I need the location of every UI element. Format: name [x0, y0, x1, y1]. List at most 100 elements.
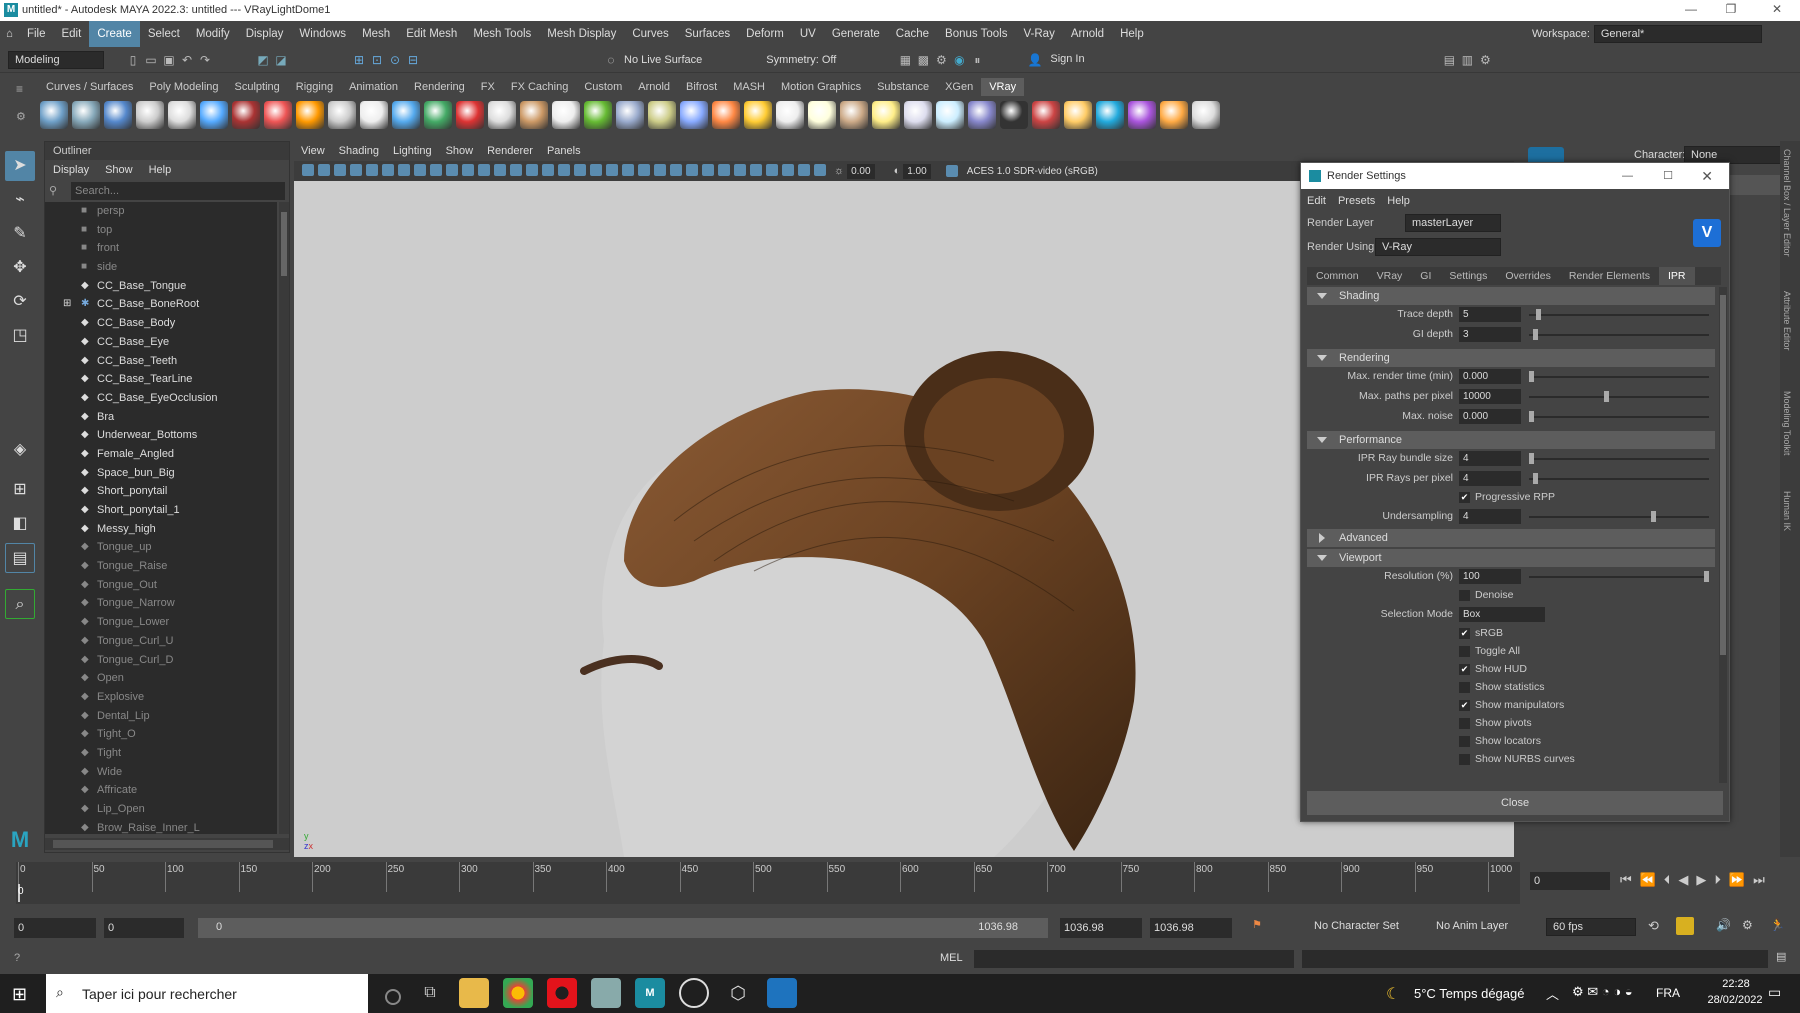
select-object-icon[interactable]: ◪ — [272, 51, 290, 69]
vray-shelf-tool-icon[interactable] — [616, 101, 644, 129]
progressive-rpp-checkbox[interactable]: ✔ — [1459, 492, 1470, 503]
vray-shelf-tool-icon[interactable] — [552, 101, 580, 129]
rs-tab-ipr[interactable]: IPR — [1658, 267, 1695, 285]
vray-shelf-tool-icon[interactable] — [72, 101, 100, 129]
current-frame-field[interactable]: 0 — [1530, 872, 1610, 890]
outliner-item[interactable]: ■ top — [45, 221, 277, 240]
rs-tab-common[interactable]: Common — [1307, 267, 1368, 285]
vray-shelf-tool-icon[interactable] — [104, 101, 132, 129]
script-lang-label[interactable]: MEL — [940, 952, 963, 964]
vray-shelf-tool-icon[interactable] — [744, 101, 772, 129]
auto-key-icon[interactable]: ⚑ — [1252, 918, 1262, 931]
hypershade-icon[interactable]: ◉ — [950, 51, 968, 69]
vray-shelf-tool-icon[interactable] — [776, 101, 804, 129]
outliner-item[interactable]: ◆ Tongue_Narrow — [45, 594, 277, 613]
vray-shelf-tool-icon[interactable] — [1032, 101, 1060, 129]
four-view-icon[interactable]: ⊞ — [5, 475, 35, 505]
sync-icon[interactable] — [1676, 917, 1694, 935]
vray-shelf-tool-icon[interactable] — [456, 101, 484, 129]
rays-per-pixel-handle[interactable] — [1533, 473, 1538, 484]
viewport-menu-panels[interactable]: Panels — [540, 141, 588, 161]
opera-icon[interactable] — [547, 978, 577, 1008]
pause-icon[interactable]: ⏸ — [968, 51, 986, 69]
vray-shelf-tool-icon[interactable] — [232, 101, 260, 129]
menu-edit[interactable]: Edit — [53, 21, 89, 47]
outliner-item[interactable]: ◆ Dental_Lip — [45, 707, 277, 726]
maya-taskbar-icon[interactable]: M — [635, 978, 665, 1008]
clock-time[interactable]: 22:28 — [1706, 978, 1766, 990]
section-performance[interactable]: Performance — [1307, 431, 1715, 449]
rs-maximize-icon[interactable]: ☐ — [1663, 163, 1673, 189]
shelf-tab-vray[interactable]: VRay — [981, 78, 1025, 96]
select-tool-icon[interactable]: ➤ — [5, 151, 35, 181]
shelf-tab-poly-modeling[interactable]: Poly Modeling — [141, 78, 226, 96]
outliner-item[interactable]: ◆ Open — [45, 669, 277, 688]
anim-prefs-icon[interactable]: ⚙ — [1742, 918, 1753, 932]
tray-chevron-icon[interactable]: ︿ — [1546, 984, 1559, 1003]
menu-file[interactable]: File — [19, 21, 54, 47]
menu-select[interactable]: Select — [140, 21, 188, 47]
scale-tool-icon[interactable]: ◳ — [5, 321, 35, 351]
menu-help[interactable]: Help — [1112, 21, 1152, 47]
outliner-scrollbar[interactable] — [279, 202, 289, 834]
resolution-handle[interactable] — [1704, 571, 1709, 582]
snap-plane-icon[interactable]: ⊟ — [404, 51, 422, 69]
outliner-item[interactable]: ✱ ⊞ CC_Base_BoneRoot — [45, 295, 277, 314]
trace-depth-field[interactable]: 5 — [1459, 307, 1521, 322]
vray-shelf-tool-icon[interactable] — [968, 101, 996, 129]
section-advanced[interactable]: Advanced — [1307, 529, 1715, 547]
outliner-item[interactable]: ◆ Tight_O — [45, 725, 277, 744]
viewport-option-row[interactable]: Show locators — [1307, 733, 1715, 751]
open-scene-icon[interactable]: ▭ — [142, 51, 160, 69]
render-frame-icon[interactable]: ▦ — [896, 51, 914, 69]
outliner-search-input[interactable]: Search... — [71, 182, 285, 200]
vray-shelf-tool-icon[interactable] — [200, 101, 228, 129]
search-tool-icon[interactable]: ⌕ — [5, 589, 35, 619]
outliner-item[interactable]: ◆ Short_ponytail — [45, 482, 277, 501]
max-paths-field[interactable]: 10000 — [1459, 389, 1521, 404]
language-indicator[interactable]: FRA — [1656, 986, 1680, 1000]
settings-gear-icon[interactable]: ⚙ — [1476, 51, 1494, 69]
menu-generate[interactable]: Generate — [824, 21, 888, 47]
app-icon[interactable] — [591, 978, 621, 1008]
vray-shelf-tool-icon[interactable] — [264, 101, 292, 129]
outliner-scroll-thumb[interactable] — [281, 212, 287, 276]
outliner-item[interactable]: ◆ Messy_high — [45, 520, 277, 539]
vray-shelf-tool-icon[interactable] — [1064, 101, 1092, 129]
shelf-tab-curves-surfaces[interactable]: Curves / Surfaces — [38, 78, 141, 96]
notifications-icon[interactable]: ▭ — [1768, 984, 1781, 1001]
script-editor-icon[interactable]: ▤ — [1776, 950, 1786, 963]
shelf-tab-fx[interactable]: FX — [473, 78, 503, 96]
shelf-tab-substance[interactable]: Substance — [869, 78, 937, 96]
denoise-checkbox[interactable] — [1459, 590, 1470, 601]
viewport-option-row[interactable]: Toggle All — [1307, 643, 1715, 661]
viewport-menu-view[interactable]: View — [294, 141, 332, 161]
outliner-item[interactable]: ◆ Female_Angled — [45, 445, 277, 464]
viewport-option-row[interactable]: ✔ sRGB — [1307, 625, 1715, 643]
vray-shelf-tool-icon[interactable] — [424, 101, 452, 129]
rs-scrollbar[interactable] — [1719, 287, 1727, 783]
outliner-item[interactable]: ◆ Tongue_Lower — [45, 613, 277, 632]
resolution-field[interactable]: 100 — [1459, 569, 1521, 584]
viewport-option-row[interactable]: Show statistics — [1307, 679, 1715, 697]
shelf-menu-icon[interactable]: ≡ — [16, 82, 23, 96]
chrome-icon[interactable] — [503, 978, 533, 1008]
outliner-item[interactable]: ◆ Wide — [45, 763, 277, 782]
rays-per-pixel-slider[interactable] — [1529, 478, 1709, 480]
cube-app-icon[interactable]: ⬡ — [723, 978, 753, 1008]
range-slider[interactable]: 0 1036.98 — [198, 918, 1048, 938]
step-back-icon[interactable]: ⏴ — [1664, 872, 1671, 888]
outliner-item[interactable]: ◆ Affricate — [45, 781, 277, 800]
undersampling-field[interactable]: 4 — [1459, 509, 1521, 524]
redo-icon[interactable]: ↷ — [196, 51, 214, 69]
max-noise-slider[interactable] — [1529, 416, 1709, 418]
outliner-item[interactable]: ■ persp — [45, 202, 277, 221]
loop-icon[interactable]: ⟲ — [1648, 918, 1659, 934]
viewport-option-row[interactable]: Show NURBS curves — [1307, 751, 1715, 769]
rs-tab-settings[interactable]: Settings — [1440, 267, 1496, 285]
viewport-option-row[interactable]: ✔ Show HUD — [1307, 661, 1715, 679]
shelf-tab-arnold[interactable]: Arnold — [630, 78, 678, 96]
shelf-tab-custom[interactable]: Custom — [576, 78, 630, 96]
menu-edit-mesh[interactable]: Edit Mesh — [398, 21, 465, 47]
expand-icon[interactable]: ⊞ — [63, 295, 71, 314]
